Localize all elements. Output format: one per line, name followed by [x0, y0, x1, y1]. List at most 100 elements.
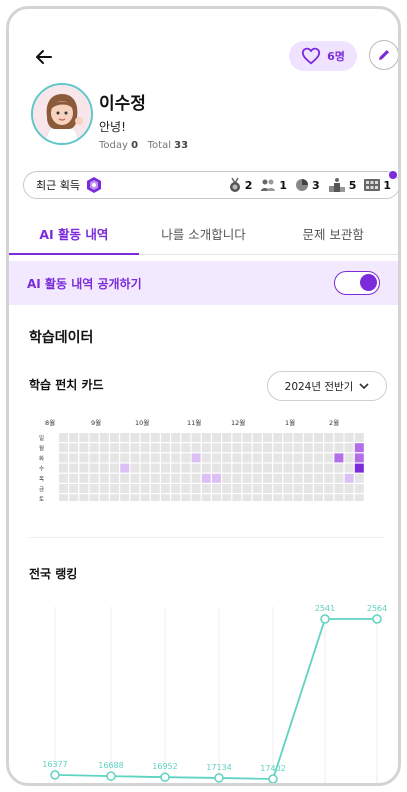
period-select[interactable]: 2024년 전반기 — [267, 371, 387, 401]
punch-card-cell — [140, 463, 150, 473]
learning-data-title: 학습데이터 — [29, 330, 94, 346]
punch-card-cell — [59, 453, 68, 463]
punch-card-cell — [263, 494, 272, 501]
punch-card-cell — [130, 494, 140, 501]
punch-card-cell — [191, 443, 201, 453]
heart-icon — [302, 47, 321, 65]
punch-card-cell — [89, 463, 99, 473]
punch-card-cell — [222, 433, 232, 442]
punch-card-cell — [232, 494, 242, 501]
punch-card-cell — [181, 443, 191, 453]
punch-card-cell — [324, 453, 334, 463]
punch-card-cell — [212, 494, 221, 501]
punch-card-cell — [242, 453, 252, 463]
punch-card-cell — [120, 473, 130, 483]
today-value: 0 — [131, 140, 139, 151]
punch-card-cell — [161, 453, 170, 463]
punch-card-cell — [89, 443, 99, 453]
recent-badge-icon — [86, 177, 101, 193]
punch-card-cell — [293, 433, 303, 442]
punch-card-cell — [252, 494, 262, 501]
tab-question-archive[interactable]: 문제 보관함 — [268, 213, 398, 254]
punch-card-cell — [252, 433, 262, 442]
punch-card-cell — [140, 484, 150, 493]
punch-card-month-label: 2월 — [329, 418, 339, 427]
punch-card-cell — [263, 453, 272, 463]
punch-card-cell — [232, 443, 242, 453]
visit-stats: Today 0 Total 33 — [99, 140, 188, 151]
ranking-value-label: 17402 — [260, 764, 285, 773]
tab-ai-activity[interactable]: AI 활동 내역 — [9, 213, 139, 255]
punch-card-cell — [324, 433, 334, 442]
share-activity-toggle[interactable] — [334, 271, 380, 295]
punch-card-cell — [181, 463, 191, 473]
punch-card-cell — [242, 433, 252, 442]
ranking-point — [372, 614, 382, 624]
share-activity-row: AI 활동 내역 공개하기 — [9, 261, 398, 305]
punch-card-cell — [232, 473, 242, 483]
edit-button[interactable] — [369, 40, 398, 70]
punch-card-cell — [69, 494, 79, 501]
punch-card-cell — [303, 453, 313, 463]
punch-card-cell — [252, 473, 262, 483]
recent-badge: 최근 획득 — [36, 176, 103, 194]
profile-name: 이수정 — [99, 94, 146, 114]
ranking-value-label: 17134 — [206, 763, 231, 772]
punch-card-cell — [283, 494, 293, 501]
punch-card-cell — [201, 443, 211, 453]
chart-icon — [296, 179, 309, 191]
punch-card-cell — [69, 443, 79, 453]
punch-card-cell — [344, 463, 354, 473]
punch-card-cell — [171, 484, 181, 493]
punch-card-cell — [171, 453, 181, 463]
avatar[interactable] — [31, 83, 93, 145]
recent-badge-label: 최근 획득 — [36, 179, 80, 192]
punch-card-day-label: 금 — [39, 486, 44, 493]
punch-card-cell — [314, 463, 323, 473]
punch-card-cell — [120, 433, 130, 442]
punch-card-cell — [140, 453, 150, 463]
punch-card-cell — [212, 443, 221, 453]
tab-introduce[interactable]: 나를 소개합니다 — [139, 213, 269, 254]
punch-card-cell — [212, 473, 221, 483]
punch-card-cell — [273, 484, 283, 493]
punch-card-cell — [314, 484, 323, 493]
badge-count-value: 2 — [244, 178, 253, 192]
punch-card-cell — [99, 463, 109, 473]
punch-card-cell — [201, 463, 211, 473]
like-button[interactable]: 6명 — [289, 41, 357, 71]
punch-card-cell — [212, 453, 221, 463]
punch-card-cell — [293, 494, 303, 501]
punch-card-cell — [263, 443, 272, 453]
punch-card-cell — [171, 443, 181, 453]
punch-card-cell — [283, 433, 293, 442]
back-button[interactable] — [31, 43, 59, 71]
punch-card-cell — [59, 443, 68, 453]
punch-card-cell — [120, 463, 130, 473]
punch-card-day-label: 일 — [39, 434, 44, 442]
ranking-value-label: 16688 — [98, 761, 123, 770]
punch-card-title: 학습 펀치 카드 — [29, 378, 104, 392]
badge-summary[interactable]: 최근 획득 2 1 3 5 1 — [23, 171, 398, 199]
punch-card-cell — [110, 463, 119, 473]
punch-card-cell — [89, 484, 99, 493]
punch-card-cell — [303, 433, 313, 442]
badge-count-value: 3 — [312, 178, 320, 192]
punch-card-cell — [99, 473, 109, 483]
punch-card-cell — [252, 463, 262, 473]
tab-bar: AI 활동 내역 나를 소개합니다 문제 보관함 — [9, 213, 398, 255]
punch-card-cell — [293, 463, 303, 473]
punch-card-cell — [354, 484, 364, 493]
punch-card-cell — [191, 433, 201, 442]
punch-card-cell — [212, 463, 221, 473]
punch-card-cell — [334, 484, 344, 493]
punch-card-cell — [344, 484, 354, 493]
punch-card-cell — [252, 453, 262, 463]
punch-card-cell — [181, 484, 191, 493]
punch-card-cell — [232, 453, 242, 463]
punch-card-cell — [324, 473, 334, 483]
punch-card-cell — [354, 494, 364, 501]
punch-card-cell — [334, 473, 344, 483]
punch-card-cell — [130, 433, 140, 442]
punch-card-cell — [314, 443, 323, 453]
